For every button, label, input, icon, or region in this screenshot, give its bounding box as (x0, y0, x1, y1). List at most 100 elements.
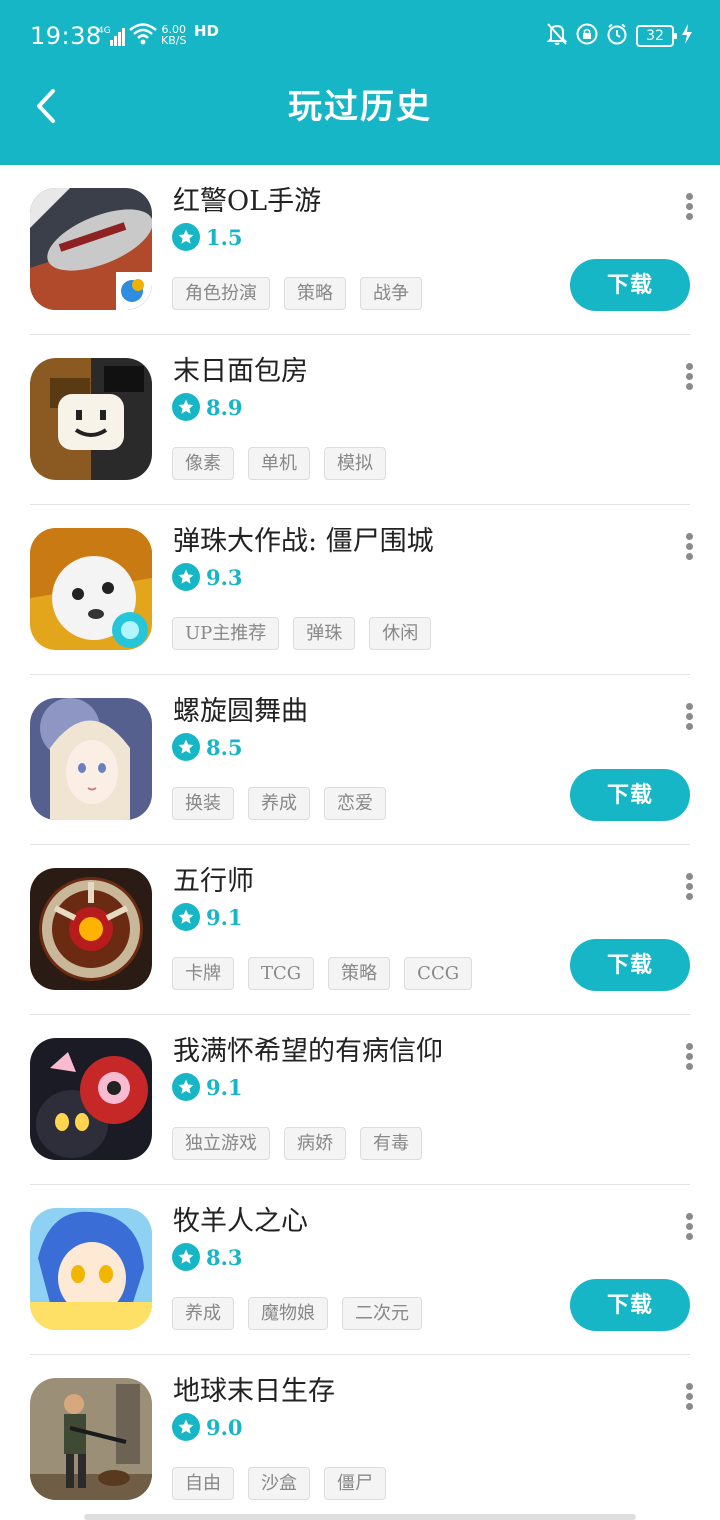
doomsday-bakery-app-icon[interactable] (30, 358, 152, 480)
game-name[interactable]: 弹珠大作战: 僵尸围城 (173, 523, 434, 561)
game-tag[interactable]: CCG (404, 957, 473, 990)
game-name[interactable]: 螺旋圆舞曲 (173, 693, 308, 731)
game-list-item[interactable]: 红警OL手游 1.5 角色扮演 策略 战争 下载 (0, 165, 720, 335)
last-day-on-earth-app-icon[interactable] (30, 1378, 152, 1500)
more-vertical-icon[interactable] (684, 1383, 694, 1410)
game-tag[interactable]: 有毒 (360, 1127, 422, 1160)
network-speed: 6.00 KB/S (161, 23, 187, 47)
game-tag[interactable]: 沙盒 (248, 1467, 310, 1500)
game-score: 9.3 (206, 564, 243, 590)
game-rating: 8.9 (172, 393, 243, 421)
game-score: 9.1 (206, 904, 243, 930)
game-list-item[interactable]: 螺旋圆舞曲 8.5 换装 养成 恋爱 下载 (0, 675, 720, 845)
game-tag[interactable]: 恋爱 (324, 787, 386, 820)
game-rating: 9.3 (172, 563, 243, 591)
game-tag[interactable]: 二次元 (342, 1297, 422, 1330)
charging-icon (682, 24, 692, 48)
game-rating: 8.5 (172, 733, 243, 761)
hd-voice-indicator: HD (194, 22, 220, 40)
star-icon (172, 1073, 200, 1101)
game-name[interactable]: 我满怀希望的有病信仰 (173, 1033, 443, 1071)
game-name[interactable]: 红警OL手游 (173, 183, 321, 221)
rotation-lock-icon (576, 23, 598, 49)
game-tags: 卡牌 TCG 策略 CCG (172, 957, 473, 990)
status-bar: 19:38 4G 6.00 KB/S HD 32 (0, 0, 720, 72)
game-tag[interactable]: UP主推荐 (172, 617, 280, 650)
game-tag[interactable]: 策略 (328, 957, 391, 990)
more-vertical-icon[interactable] (684, 873, 694, 900)
star-icon (172, 1413, 200, 1441)
star-icon (172, 1243, 200, 1271)
game-score: 9.1 (206, 1074, 243, 1100)
game-name[interactable]: 地球末日生存 (173, 1373, 335, 1411)
star-icon (172, 223, 200, 251)
game-score: 8.9 (206, 394, 243, 420)
more-vertical-icon[interactable] (684, 363, 694, 390)
game-tag[interactable]: 弹珠 (293, 617, 356, 650)
game-tag[interactable]: 休闲 (369, 617, 432, 650)
game-list-item[interactable]: 我满怀希望的有病信仰 9.1 独立游戏 病娇 有毒 (0, 1015, 720, 1185)
game-rating: 9.1 (172, 1073, 243, 1101)
status-time: 19:38 (30, 22, 102, 50)
game-tag[interactable]: 模拟 (324, 447, 386, 480)
game-tag[interactable]: TCG (248, 957, 315, 990)
more-vertical-icon[interactable] (684, 1043, 694, 1070)
scroll-indicator (84, 1514, 636, 1520)
game-tag[interactable]: 策略 (284, 277, 346, 310)
more-vertical-icon[interactable] (684, 703, 694, 730)
five-elements-app-icon[interactable] (30, 868, 152, 990)
game-tag[interactable]: 角色扮演 (172, 277, 270, 310)
game-list-item[interactable]: 牧羊人之心 8.3 养成 魔物娘 二次元 下载 (0, 1185, 720, 1355)
red-alert-ol-app-icon[interactable] (30, 188, 152, 310)
game-tag[interactable]: 魔物娘 (248, 1297, 328, 1330)
game-tag[interactable]: 换装 (172, 787, 234, 820)
alarm-icon (606, 23, 628, 49)
game-rating: 9.0 (172, 1413, 243, 1441)
download-button[interactable]: 下载 (570, 259, 690, 311)
game-score: 8.3 (206, 1244, 243, 1270)
game-score: 9.0 (206, 1414, 243, 1440)
star-icon (172, 733, 200, 761)
spiral-waltz-app-icon[interactable] (30, 698, 152, 820)
game-name[interactable]: 牧羊人之心 (173, 1203, 308, 1241)
game-tags: 换装 养成 恋爱 (172, 787, 386, 820)
shepherds-heart-app-icon[interactable] (30, 1208, 152, 1330)
game-tag[interactable]: 养成 (248, 787, 310, 820)
game-list-item[interactable]: 地球末日生存 9.0 自由 沙盒 僵尸 (0, 1355, 720, 1520)
game-tags: 像素 单机 模拟 (172, 447, 386, 480)
download-button[interactable]: 下载 (570, 939, 690, 991)
more-vertical-icon[interactable] (684, 533, 694, 560)
game-list-item[interactable]: 五行师 9.1 卡牌 TCG 策略 CCG 下载 (0, 845, 720, 1015)
download-button[interactable]: 下载 (570, 1279, 690, 1331)
game-list-item[interactable]: 末日面包房 8.9 像素 单机 模拟 (0, 335, 720, 505)
game-tag[interactable]: 单机 (248, 447, 310, 480)
game-rating: 9.1 (172, 903, 243, 931)
game-tag[interactable]: 僵尸 (324, 1467, 386, 1500)
sick-faith-app-icon[interactable] (30, 1038, 152, 1160)
game-rating: 8.3 (172, 1243, 243, 1271)
game-tag[interactable]: 独立游戏 (172, 1127, 270, 1160)
game-tag[interactable]: 卡牌 (172, 957, 234, 990)
star-icon (172, 563, 200, 591)
more-vertical-icon[interactable] (684, 1213, 694, 1240)
game-tag[interactable]: 养成 (172, 1297, 234, 1330)
download-button[interactable]: 下载 (570, 769, 690, 821)
game-tags: UP主推荐 弹珠 休闲 (172, 617, 432, 650)
game-name[interactable]: 末日面包房 (173, 353, 308, 391)
status-right-icons: 32 (546, 22, 692, 50)
game-tags: 养成 魔物娘 二次元 (172, 1297, 422, 1330)
game-name[interactable]: 五行师 (173, 863, 254, 901)
game-tag[interactable]: 像素 (172, 447, 234, 480)
more-vertical-icon[interactable] (684, 193, 694, 220)
game-tag[interactable]: 战争 (360, 277, 422, 310)
game-tag[interactable]: 病娇 (284, 1127, 346, 1160)
network-type: 4G (98, 26, 111, 36)
battery-indicator: 32 (636, 25, 677, 47)
star-icon (172, 903, 200, 931)
game-tags: 自由 沙盒 僵尸 (172, 1467, 386, 1500)
header: 19:38 4G 6.00 KB/S HD 32 玩过历史 (0, 0, 720, 165)
cellular-signal-icon: 4G (98, 26, 125, 46)
pinball-battle-app-icon[interactable] (30, 528, 152, 650)
game-tag[interactable]: 自由 (172, 1467, 234, 1500)
game-list-item[interactable]: 弹珠大作战: 僵尸围城 9.3 UP主推荐 弹珠 休闲 (0, 505, 720, 675)
